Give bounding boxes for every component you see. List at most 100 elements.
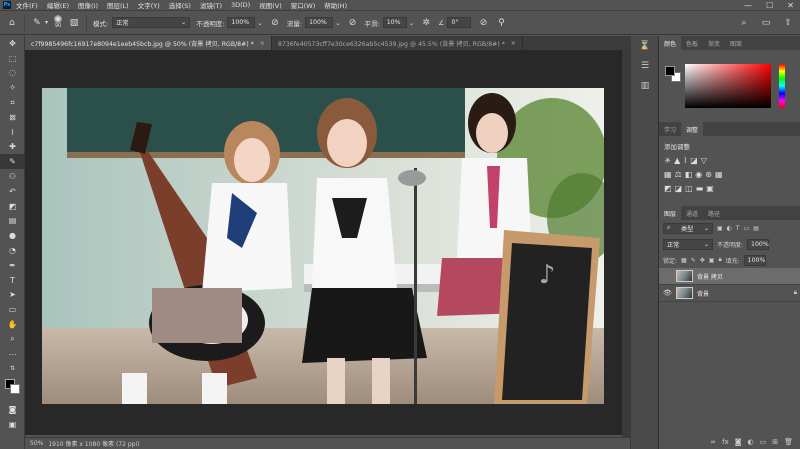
- invert-icon[interactable]: ◩: [664, 184, 672, 193]
- screen-mode-icon[interactable]: ▣: [0, 417, 25, 432]
- layer-style-icon[interactable]: fx: [722, 438, 729, 446]
- document-tab[interactable]: 8736fe40573cff7e30ce6326ab5c4539.jpg @ 4…: [272, 36, 523, 50]
- smoothing-field[interactable]: 10%: [382, 17, 407, 28]
- lock-pixels-icon[interactable]: ▦: [681, 257, 687, 264]
- menu-filter[interactable]: 滤镜(T): [200, 0, 222, 10]
- more-tools-icon[interactable]: ⋯: [0, 347, 25, 362]
- photo-filter-icon[interactable]: ◉: [695, 170, 702, 179]
- pressure-opacity-icon[interactable]: ⊘: [269, 17, 281, 29]
- foreground-background-colors[interactable]: [0, 376, 25, 402]
- lasso-tool-icon[interactable]: ◌: [0, 66, 25, 81]
- dodge-tool-icon[interactable]: ◔: [0, 243, 25, 258]
- filter-type-icon[interactable]: T: [736, 225, 740, 232]
- vibrance-icon[interactable]: ▽: [701, 156, 707, 165]
- background-swatch[interactable]: [10, 384, 20, 395]
- hue-slider[interactable]: [779, 64, 785, 108]
- path-select-tool-icon[interactable]: ➤: [0, 288, 25, 303]
- filter-smart-icon[interactable]: ▤: [753, 225, 759, 232]
- gear-icon[interactable]: ✲: [420, 17, 432, 29]
- history-panel-icon[interactable]: ⌛: [631, 36, 659, 56]
- tab-layers[interactable]: 图层: [659, 206, 682, 220]
- minimize-icon[interactable]: —: [744, 1, 752, 10]
- brush-settings-icon[interactable]: ▧: [68, 17, 80, 29]
- airbrush-icon[interactable]: ⊘: [347, 17, 359, 29]
- marquee-tool-icon[interactable]: ⬚: [0, 51, 25, 66]
- document-tab[interactable]: c7f9985496fc16917e8094e1eeb45bcb.jpg @ 5…: [25, 36, 272, 50]
- frame-tool-icon[interactable]: ⊠: [0, 110, 25, 125]
- document-image[interactable]: ♪: [42, 88, 604, 404]
- menu-edit[interactable]: 编辑(E): [47, 0, 69, 10]
- new-adjustment-icon[interactable]: ◐: [748, 438, 754, 446]
- menu-image[interactable]: 图像(I): [78, 0, 98, 10]
- lock-all-icon[interactable]: 🔒︎: [718, 256, 721, 264]
- zoom-tool-icon[interactable]: ⌕: [0, 332, 25, 347]
- menu-window[interactable]: 窗口(W): [291, 0, 316, 10]
- chevron-down-icon[interactable]: ⌄: [335, 19, 340, 27]
- add-mask-icon[interactable]: ◙: [735, 438, 742, 446]
- threshold-icon[interactable]: ◫: [685, 184, 693, 193]
- properties-panel-icon[interactable]: ☰: [631, 56, 659, 76]
- quick-select-tool-icon[interactable]: ✧: [0, 80, 25, 95]
- move-tool-icon[interactable]: ✥: [0, 36, 25, 51]
- menu-help[interactable]: 帮助(H): [324, 0, 347, 10]
- share-icon[interactable]: ⇪: [782, 17, 794, 29]
- brush-tool-icon[interactable]: ✎: [0, 154, 25, 170]
- layer-row[interactable]: 背景 拷贝: [659, 268, 800, 285]
- foreground-color[interactable]: [665, 66, 675, 76]
- tab-color[interactable]: 颜色: [659, 36, 682, 50]
- tab-learn[interactable]: 学习: [659, 122, 681, 136]
- lock-paint-icon[interactable]: ✎: [691, 257, 696, 264]
- filter-shape-icon[interactable]: ▭: [744, 225, 750, 232]
- angle-field[interactable]: 0°: [447, 17, 472, 28]
- lock-artboard-icon[interactable]: ▣: [709, 257, 715, 264]
- search-icon[interactable]: ⌕: [738, 17, 750, 29]
- quick-mask-icon[interactable]: ◙: [0, 402, 25, 417]
- history-brush-tool-icon[interactable]: ↶: [0, 184, 25, 199]
- chevron-down-icon[interactable]: ⌄: [257, 19, 262, 27]
- mode-select[interactable]: 正常 ⌄: [112, 17, 191, 28]
- menu-3d[interactable]: 3D(D): [231, 1, 250, 9]
- clone-stamp-tool-icon[interactable]: ⚇: [0, 169, 25, 184]
- brush-preset-picker[interactable]: 90: [54, 15, 63, 30]
- zoom-level[interactable]: 50%: [30, 440, 43, 447]
- layer-opacity-field[interactable]: 100%: [747, 238, 770, 250]
- edit-toolbar-icon[interactable]: ⇅: [0, 362, 25, 377]
- new-group-icon[interactable]: ▭: [760, 438, 767, 446]
- brightness-icon[interactable]: ☀: [664, 156, 671, 165]
- delete-layer-icon[interactable]: 🗑︎: [784, 438, 793, 446]
- fill-field[interactable]: 100%: [743, 254, 766, 266]
- menu-type[interactable]: 文字(Y): [138, 0, 160, 10]
- close-tab-icon[interactable]: ×: [260, 40, 265, 47]
- gradient-tool-icon[interactable]: ▤: [0, 214, 25, 229]
- flow-field[interactable]: 100%: [305, 17, 334, 28]
- pen-tool-icon[interactable]: ✒: [0, 258, 25, 273]
- levels-icon[interactable]: ▲: [674, 156, 680, 165]
- close-icon[interactable]: ✕: [787, 1, 794, 10]
- black-white-icon[interactable]: ◧: [685, 170, 693, 179]
- healing-brush-tool-icon[interactable]: ✚: [0, 140, 25, 155]
- tab-adjustments[interactable]: 调整: [681, 122, 704, 136]
- workspace-icon[interactable]: ▭: [760, 17, 772, 29]
- pressure-size-icon[interactable]: ⊘: [477, 17, 489, 29]
- curves-icon[interactable]: ⌇: [683, 156, 687, 165]
- filter-adjust-icon[interactable]: ◐: [727, 225, 732, 232]
- blend-mode-select[interactable]: 正常 ⌄: [663, 238, 713, 250]
- color-swatches[interactable]: [665, 66, 681, 82]
- gradient-map-icon[interactable]: ▬: [696, 184, 704, 193]
- crop-tool-icon[interactable]: ⌗: [0, 95, 25, 110]
- hand-tool-icon[interactable]: ✋: [0, 317, 25, 332]
- tab-gradients[interactable]: 渐变: [703, 36, 725, 50]
- lock-position-icon[interactable]: ✥: [700, 257, 705, 264]
- menu-layer[interactable]: 图层(L): [107, 0, 129, 10]
- hue-saturation-icon[interactable]: ▦: [664, 170, 672, 179]
- posterize-icon[interactable]: ◪: [675, 184, 683, 193]
- eyedropper-tool-icon[interactable]: ⌇: [0, 125, 25, 140]
- opacity-field[interactable]: 100%: [227, 17, 256, 28]
- exposure-icon[interactable]: ◪: [690, 156, 698, 165]
- tab-patterns[interactable]: 图案: [725, 36, 747, 50]
- selective-color-icon[interactable]: ▣: [706, 184, 714, 193]
- brush-tool-icon[interactable]: ✎: [31, 17, 43, 29]
- menu-select[interactable]: 选择(S): [169, 0, 191, 10]
- home-icon[interactable]: ⌂: [6, 17, 18, 29]
- dropdown-arrow-icon[interactable]: ▾: [45, 19, 48, 26]
